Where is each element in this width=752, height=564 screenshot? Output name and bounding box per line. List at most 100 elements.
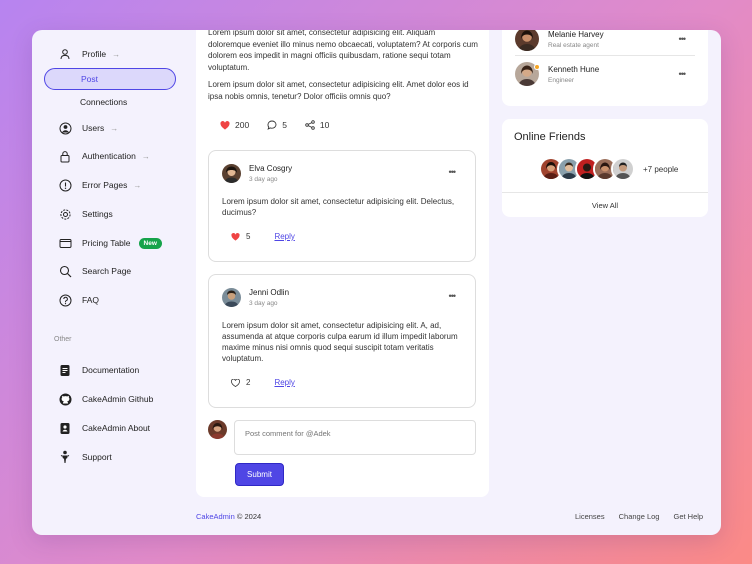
more-people-count: +7 people [643,164,679,174]
sidebar-item-label: Authentication [82,151,136,161]
post-stats: 200 5 10 [220,120,347,130]
friend-name: Melanie Harvey [548,30,604,39]
like-button[interactable]: 200 [220,120,249,130]
avatar[interactable] [611,157,635,181]
online-status-dot [534,64,540,70]
document-icon [58,363,72,377]
comment-text: Lorem ipsum dolor sit amet, consectetur … [222,321,458,363]
sidebar-item-users[interactable]: Users → [44,117,176,139]
avatar [208,420,227,439]
section-label-other: Other [54,336,72,343]
friend-name: Kenneth Hune [548,64,600,74]
heart-icon [220,120,230,129]
github-icon [58,392,72,406]
footer-link-licenses[interactable]: Licenses [575,512,605,521]
sidebar-item-label: Error Pages [82,180,128,190]
share-count: 10 [319,120,330,130]
more-icon[interactable]: ••• [449,167,457,177]
sidebar-item-about[interactable]: CakeAdmin About [44,417,176,439]
sidebar-item-search-page[interactable]: Search Page [44,260,176,282]
search-icon [58,264,72,278]
wallet-icon [58,236,72,250]
sidebar-item-label: Support [82,452,112,462]
friend-row[interactable]: Melanie Harvey Real estate agent ••• [515,30,695,56]
divider [502,192,708,193]
sidebar-item-faq[interactable]: FAQ [44,289,176,311]
sidebar-item-authentication[interactable]: Authentication → [44,145,176,167]
like-button[interactable]: 2 [231,378,250,387]
comment-time: 3 day ago [249,300,278,307]
sidebar-item-error-pages[interactable]: Error Pages → [44,174,176,196]
comment-text: Lorem ipsum dolor sit amet, consectetur … [222,197,455,217]
sidebar-item-github[interactable]: CakeAdmin Github [44,388,176,410]
online-friends-card: Online Friends +7 people View All [502,119,708,217]
arrow-right-icon: → [141,151,150,161]
comment-button[interactable]: 5 [267,120,287,130]
comment-time: 3 day ago [249,176,278,183]
more-icon[interactable]: ••• [449,291,457,301]
sidebar-item-support[interactable]: Support [44,446,176,468]
friend-row[interactable]: Kenneth Hune Engineer ••• [515,59,695,89]
sidebar-item-profile[interactable]: Profile → [44,43,176,65]
avatar-group: +7 people [539,157,678,181]
footer-links: Licenses Change Log Get Help [575,512,717,521]
like-count: 200 [235,120,250,130]
brand-link[interactable]: CakeAdmin [196,512,235,521]
footer-link-help[interactable]: Get Help [673,512,703,521]
heart-icon [231,232,240,241]
sidebar-item-settings[interactable]: Settings [44,203,176,225]
post-paragraph: Lorem ipsum dolor sit amet, consectetur … [208,80,469,101]
lock-icon [58,149,72,163]
comment-card: Elva Cosgry 3 day ago ••• Lorem ipsum do… [208,150,476,262]
comment-author: Jenni Odlin [249,288,290,297]
comment-author: Elva Cosgry [249,164,293,173]
like-button[interactable]: 5 [231,232,250,241]
arrow-right-icon: → [133,180,142,190]
alert-icon [58,178,72,192]
comment-icon [267,120,277,130]
sidebar-subitem-connections[interactable]: Connections [44,91,176,113]
heart-outline-icon [231,378,240,387]
sidebar-item-documentation[interactable]: Documentation [44,359,176,381]
comment-input[interactable] [234,420,476,455]
view-all-link[interactable]: View All [502,201,708,210]
comment-actions: 5 Reply [231,232,295,241]
friend-role: Engineer [548,76,575,84]
sidebar-item-label: Users [82,123,105,133]
post-paragraph: Lorem ipsum dolor sit amet, consectetur … [208,30,478,72]
sidebar: Profile → Post Connections Users → Authe… [32,30,190,535]
sidebar-item-label: Pricing Table [82,238,131,248]
arrow-right-icon: → [110,123,119,133]
reply-link[interactable]: Reply [274,378,294,387]
sidebar-item-pricing-table[interactable]: Pricing Table New [44,232,176,254]
card-title: Online Friends [514,131,586,143]
post-card: Lorem ipsum dolor sit amet, consectetur … [196,30,489,497]
submit-button[interactable]: Submit [235,463,284,486]
share-button[interactable]: 10 [305,120,329,130]
sidebar-item-label: Settings [82,209,113,219]
avatar [222,164,241,183]
help-icon [58,293,72,307]
comment-card: Jenni Odlin 3 day ago ••• Lorem ipsum do… [208,274,476,408]
share-icon [305,120,315,130]
footer-link-changelog[interactable]: Change Log [619,512,660,521]
user-icon [58,47,72,61]
support-icon [58,450,72,464]
like-count: 2 [246,378,251,387]
avatar [222,288,241,307]
comment-header: Jenni Odlin 3 day ago [222,288,289,307]
sidebar-item-label: FAQ [82,295,100,305]
gear-icon [58,207,72,221]
sidebar-item-label: Documentation [82,365,140,375]
new-badge: New [138,237,162,249]
sidebar-subitem-post[interactable]: Post [44,68,176,90]
more-icon[interactable]: ••• [679,69,687,79]
arrow-right-icon: → [112,49,121,59]
reply-link[interactable]: Reply [274,232,294,241]
more-icon[interactable]: ••• [679,34,687,44]
comment-actions: 2 Reply [231,378,295,387]
sidebar-item-label: CakeAdmin About [82,423,151,433]
sidebar-item-label: CakeAdmin Github [82,394,154,404]
sidebar-item-label: Search Page [82,266,132,276]
app-frame: Profile → Post Connections Users → Authe… [32,30,721,535]
